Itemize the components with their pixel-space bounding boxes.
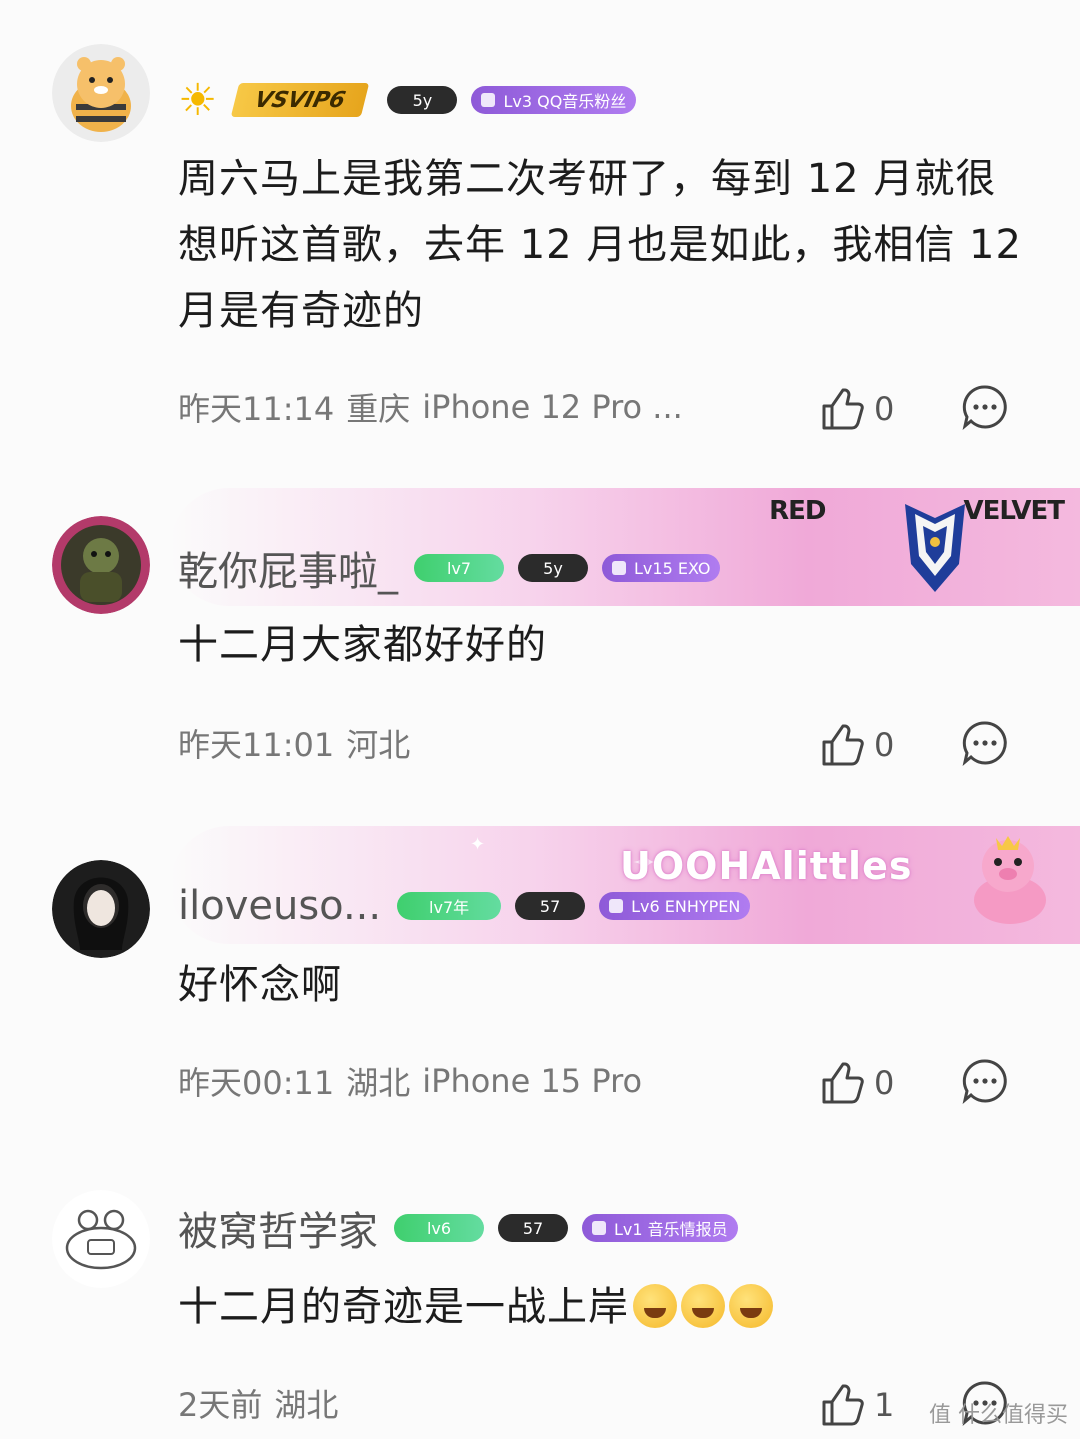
thumbs-up-icon [822,1384,864,1426]
comment-item: RED VELVET 乾你屁事啦_ lv7 5y Lv15 EXO 十二月大家都… [0,488,1080,818]
username[interactable]: iloveuso... [178,883,381,929]
badge-square-icon [612,561,626,575]
like-button[interactable]: 0 [818,384,894,434]
like-count: 0 [874,726,895,764]
grin-emoji-icon [633,1284,677,1328]
grin-emoji-icon [729,1284,773,1328]
badge-square-icon [481,93,496,107]
avatar[interactable] [52,1190,150,1288]
comment-text-body: 十二月的奇迹是一战上岸 [178,1284,629,1330]
comment-text: 十二月大家都好好的 [178,622,547,668]
comment-time: 昨天11:14 [178,390,335,428]
username[interactable]: 被窝哲学家 [178,1199,378,1257]
banner-brand-left: RED [769,496,826,526]
sparkle-icon: ✦ [470,834,486,855]
comment-meta: 昨天11:01 河北 [178,718,422,768]
thumbs-up-icon [822,724,864,766]
sun-icon: ☀ [178,74,218,126]
comment-location: 重庆 [346,390,411,428]
username[interactable]: 乾你屁事啦_ [178,539,398,597]
fan-badge[interactable]: Lv3 QQ音乐粉丝 [471,86,637,114]
avatar[interactable] [52,516,150,614]
grin-emoji-icon [681,1284,725,1328]
fan-badge-label: Lv15 EXO [634,558,711,578]
thumbs-up-icon [822,388,864,430]
fan-badge-label: Lv3 QQ音乐粉丝 [503,92,627,111]
comment-location: 湖北 [346,1064,411,1102]
years-badge: 5y [387,86,458,114]
avatar[interactable] [52,860,150,958]
comment-device: iPhone 12 Pro ... [422,388,683,426]
comment-text: 好怀念啊 [178,962,342,1008]
comment-device: iPhone 15 Pro [422,1062,643,1100]
like-button[interactable]: 0 [818,720,894,770]
comment-location: 湖北 [274,1386,339,1424]
reply-bubble-icon[interactable] [962,1058,1008,1104]
comment-item: 被窝哲学家 lv6 57 Lv1 音乐情报员 十二月的奇迹是一战上岸 2天前 湖… [0,1180,1080,1439]
badge-square-icon [609,899,624,913]
comment-text: 周六马上是我第二次考研了，每到 12 月就很想听这首歌，去年 12 月也是如此，… [178,156,1022,334]
fan-badge-label: Lv1 音乐情报员 [614,1220,728,1239]
comment-item: ✦ ✦ UOOHAlittles iloveuso... lv7年 57 Lv6… [0,826,1080,1156]
user-line: 乾你屁事啦_ lv7 5y Lv15 EXO [178,540,734,596]
comment-time: 2天前 [178,1386,263,1424]
level-badge: lv6 [394,1214,484,1242]
user-line: iloveuso... lv7年 57 Lv6 ENHYPEN [178,878,764,934]
comment-feed: ☀ VSVIP6 5y Lv3 QQ音乐粉丝 周六马上是我第二次考研了，每到 1… [0,0,1080,1439]
years-badge: 57 [515,892,586,920]
pig-mascot-icon [974,836,1046,924]
comment-meta: 昨天11:14 重庆 iPhone 12 Pro ... [178,382,695,432]
fan-badge[interactable]: Lv1 音乐情报员 [582,1214,738,1242]
fan-badge[interactable]: Lv15 EXO [602,554,721,582]
like-count: 1 [874,1386,895,1424]
level-badge: lv7年 [397,892,502,920]
banner-brand-right: VELVET [963,496,1065,526]
like-count: 0 [874,390,895,428]
user-line: 被窝哲学家 lv6 57 Lv1 音乐情报员 [178,1200,752,1256]
fan-badge[interactable]: Lv6 ENHYPEN [599,892,751,920]
mascot-logo-icon [905,504,965,592]
comment-meta: 2天前 湖北 [178,1378,350,1428]
like-button[interactable]: 0 [818,1058,894,1108]
comment-meta: 昨天00:11 湖北 iPhone 15 Pro [178,1056,654,1106]
user-line: ☀ VSVIP6 5y Lv3 QQ音乐粉丝 [178,72,650,128]
thumbs-up-icon [822,1062,864,1104]
reply-bubble-icon[interactable] [962,720,1008,766]
avatar[interactable] [52,44,150,142]
years-badge: 5y [518,554,588,582]
svip-badge: VSVIP6 [231,83,370,117]
fan-badge-label: Lv6 ENHYPEN [631,896,741,916]
level-badge: lv7 [414,554,504,582]
years-badge: 57 [498,1214,568,1242]
reply-bubble-icon[interactable] [962,384,1008,430]
comment-location: 河北 [346,726,411,764]
comment-time: 昨天00:11 [178,1064,335,1102]
comment-time: 昨天11:01 [178,726,335,764]
comment-text: 十二月的奇迹是一战上岸 [178,1274,1028,1340]
like-button[interactable]: 1 [818,1380,894,1430]
watermark: 值 什么值得买 [929,1403,1068,1428]
comment-item: ☀ VSVIP6 5y Lv3 QQ音乐粉丝 周六马上是我第二次考研了，每到 1… [0,0,1080,480]
like-count: 0 [874,1064,895,1102]
badge-square-icon [592,1221,606,1235]
